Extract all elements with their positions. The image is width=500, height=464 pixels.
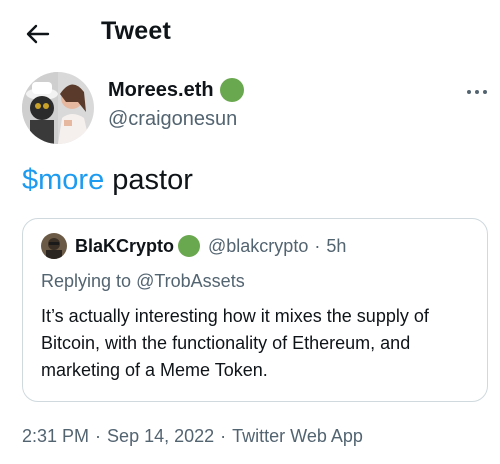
tweet-source[interactable]: Twitter Web App — [232, 426, 363, 446]
more-horizontal-icon — [467, 90, 471, 94]
replying-prefix: Replying to — [41, 271, 137, 291]
quote-separator: · — [314, 235, 321, 256]
timestamp-separator: · — [95, 426, 102, 446]
quote-display-name[interactable]: BlaKCrypto — [75, 236, 174, 257]
page-title: Tweet — [101, 17, 171, 45]
quote-avatar[interactable] — [41, 233, 67, 259]
green-circle-icon — [219, 78, 244, 102]
author-avatar[interactable] — [22, 72, 94, 144]
green-circle-icon — [178, 235, 201, 257]
quoted-tweet[interactable]: BlaKCrypto @blakcrypto · 5h Replying to … — [22, 218, 488, 402]
author-handle[interactable]: @craigonesun — [108, 108, 237, 131]
tweet-text: $more pastor — [22, 163, 193, 197]
replying-mention[interactable]: @TrobAssets — [136, 271, 245, 291]
quote-replying-to: Replying to @TrobAssets — [41, 271, 245, 292]
tweet-time[interactable]: 2:31 PM — [22, 426, 89, 446]
arrow-left-icon — [26, 24, 50, 44]
back-button[interactable] — [22, 18, 54, 50]
tweet-date[interactable]: Sep 14, 2022 — [107, 426, 214, 446]
page-header: Tweet — [0, 0, 500, 66]
tweet-timestamp: 2:31 PM · Sep 14, 2022 · Twitter Web App — [22, 426, 363, 447]
author-display-name[interactable]: Morees.eth — [108, 79, 214, 102]
author-name-row: Morees.eth — [108, 78, 244, 102]
timestamp-separator-2: · — [220, 426, 227, 446]
quote-header: BlaKCrypto @blakcrypto · 5h — [41, 233, 346, 259]
quote-body: It’s actually interesting how it mixes t… — [41, 306, 429, 380]
quote-time-ago[interactable]: 5h — [326, 236, 346, 257]
tweet-text-body: pastor — [104, 164, 193, 196]
cashtag-link[interactable]: $more — [22, 164, 104, 196]
more-options-button[interactable] — [462, 82, 492, 102]
tweet-author: Morees.eth @craigonesun — [22, 70, 492, 144]
quote-handle[interactable]: @blakcrypto — [208, 236, 308, 257]
